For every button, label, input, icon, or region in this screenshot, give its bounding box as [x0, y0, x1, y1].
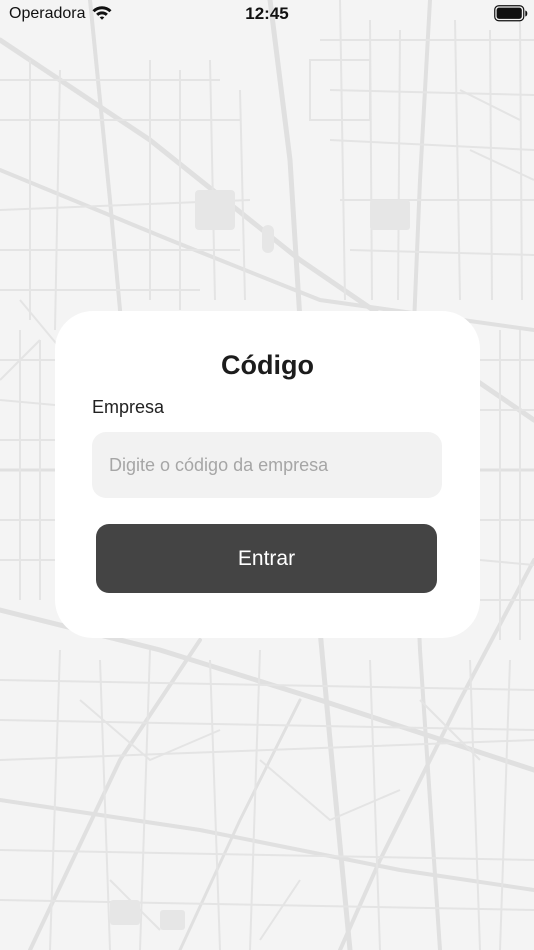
card-title: Código	[221, 350, 314, 380]
company-field-label: Empresa	[92, 397, 165, 417]
battery-full-icon	[494, 5, 528, 22]
company-code-card: Código Empresa Entrar	[55, 311, 480, 638]
enter-button[interactable]: Entrar	[96, 524, 437, 593]
status-time: 12:45	[245, 4, 289, 23]
status-bar: Operadora 12:45	[0, 0, 534, 28]
company-code-input[interactable]	[92, 432, 442, 498]
